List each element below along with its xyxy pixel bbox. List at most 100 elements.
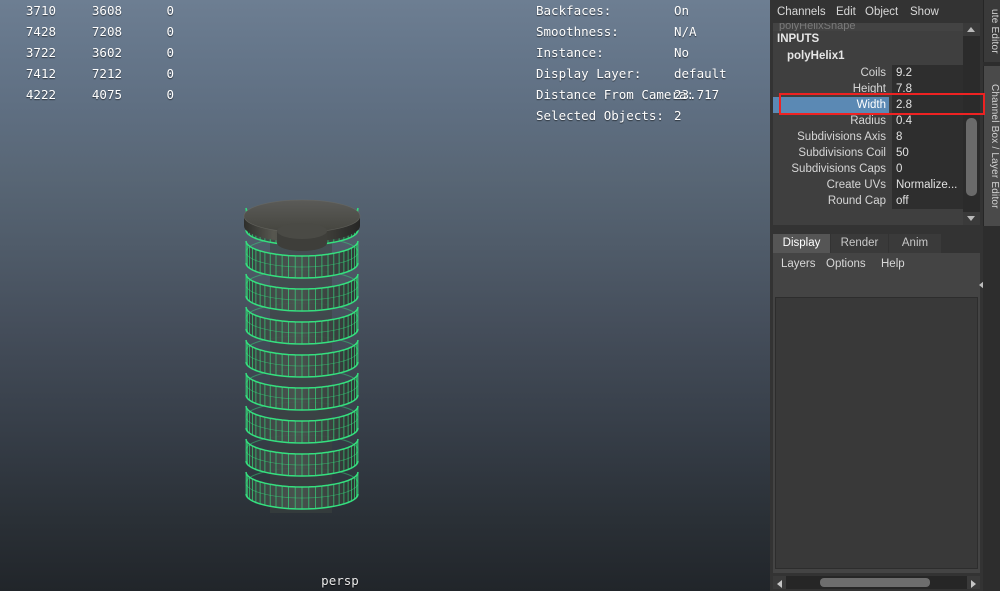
menu-show[interactable]: Show bbox=[907, 5, 942, 19]
heads-up-display: Backfaces: On Smoothness: N/A Instance: … bbox=[536, 0, 770, 126]
stats-cell: 0 bbox=[166, 87, 174, 102]
attr-value-field[interactable]: 7.8 bbox=[892, 81, 963, 97]
attr-value-field[interactable]: 9.2 bbox=[892, 65, 963, 81]
layer-editor: Layers Options Help bbox=[773, 253, 988, 573]
stats-cell: 0 bbox=[166, 45, 174, 60]
camera-name-label: persp bbox=[321, 573, 359, 588]
menu-options[interactable]: Options bbox=[823, 257, 869, 271]
channel-box-clipped-row: polyHelixShape bbox=[773, 23, 963, 31]
stats-row: 4222 4075 0 bbox=[0, 84, 180, 105]
tab-render[interactable]: Render bbox=[831, 234, 888, 253]
hud-label: Selected Objects: bbox=[536, 108, 664, 123]
stats-cell: 4222 bbox=[25, 87, 56, 102]
menu-channels[interactable]: Channels bbox=[774, 5, 829, 19]
attr-row-height[interactable]: Height 7.8 bbox=[773, 81, 963, 97]
channel-box-node-polyhelix1[interactable]: polyHelix1 bbox=[773, 48, 963, 65]
attr-value-field[interactable]: Normalize... bbox=[892, 177, 963, 193]
cap-cylinder bbox=[243, 199, 361, 251]
side-tab-channel-box-layer-editor[interactable]: Channel Box / Layer Editor bbox=[983, 66, 1000, 226]
horizontal-scrollbar[interactable] bbox=[773, 576, 980, 589]
hud-label: Backfaces: bbox=[536, 3, 612, 18]
attr-value-field[interactable]: off bbox=[892, 193, 963, 209]
menu-help[interactable]: Help bbox=[878, 257, 908, 271]
hud-label: Instance: bbox=[536, 45, 604, 60]
right-dock-panel: Channels Edit Object Show polyHelixShape… bbox=[770, 0, 1000, 591]
stats-cell: 7208 bbox=[91, 24, 122, 39]
hud-value: default bbox=[674, 66, 727, 81]
attr-label: Coils bbox=[860, 67, 886, 79]
stats-cell: 0 bbox=[166, 3, 174, 18]
stats-cell: 3722 bbox=[25, 45, 56, 60]
scroll-down-arrow-icon[interactable] bbox=[963, 212, 980, 225]
hud-row-display-layer: Display Layer: default bbox=[536, 63, 770, 84]
menu-layers[interactable]: Layers bbox=[778, 257, 819, 271]
attr-label: Radius bbox=[850, 115, 886, 127]
channel-box-inputs-header: INPUTS bbox=[773, 31, 963, 48]
scroll-left-arrow-icon[interactable] bbox=[773, 576, 786, 589]
attr-row-subdivisions-axis[interactable]: Subdivisions Axis 8 bbox=[773, 129, 963, 145]
stats-cell: 7412 bbox=[25, 66, 56, 81]
attr-row-radius[interactable]: Radius 0.4 bbox=[773, 113, 963, 129]
attr-row-round-cap[interactable]: Round Cap off bbox=[773, 193, 963, 209]
scroll-up-arrow-icon[interactable] bbox=[963, 23, 980, 36]
channel-box-menubar: Channels Edit Object Show bbox=[770, 5, 983, 22]
maya-application-window: 3710 3608 0 7428 7208 0 3722 3602 0 7412 7212 0 … bbox=[0, 0, 1000, 591]
attr-label: Subdivisions Axis bbox=[797, 131, 886, 143]
hud-value: N/A bbox=[674, 24, 697, 39]
stats-cell: 0 bbox=[166, 66, 174, 81]
stats-cell: 3608 bbox=[91, 3, 122, 18]
attr-row-subdivisions-caps[interactable]: Subdivisions Caps 0 bbox=[773, 161, 963, 177]
attr-value-field[interactable]: 2.8 bbox=[892, 97, 963, 113]
scrollbar-thumb[interactable] bbox=[966, 118, 977, 196]
attr-row-create-uvs[interactable]: Create UVs Normalize... bbox=[773, 177, 963, 193]
menu-edit[interactable]: Edit bbox=[833, 5, 859, 19]
stats-cell: 0 bbox=[166, 24, 174, 39]
stats-row: 7428 7208 0 bbox=[0, 21, 180, 42]
layer-list[interactable] bbox=[775, 297, 978, 569]
editor-tab-bar: Display Render Anim bbox=[773, 234, 980, 253]
stats-row: 7412 7212 0 bbox=[0, 63, 180, 84]
attr-label: Subdivisions Coil bbox=[798, 147, 886, 159]
tab-anim[interactable]: Anim bbox=[889, 234, 941, 253]
hud-label: Smoothness: bbox=[536, 24, 619, 39]
stats-cell: 4075 bbox=[91, 87, 122, 102]
stats-row: 3710 3608 0 bbox=[0, 0, 180, 21]
poly-count-stats: 3710 3608 0 7428 7208 0 3722 3602 0 7412 7212 0 … bbox=[0, 0, 180, 105]
hud-label: Display Layer: bbox=[536, 66, 642, 81]
hud-value: On bbox=[674, 3, 690, 18]
tab-display[interactable]: Display bbox=[773, 234, 830, 253]
attr-label: Height bbox=[852, 83, 886, 95]
attr-row-coils[interactable]: Coils 9.2 bbox=[773, 65, 963, 81]
attr-value-field[interactable]: 0.4 bbox=[892, 113, 963, 129]
hud-row-selected-objects: Selected Objects: 2 bbox=[536, 105, 770, 126]
hud-row-instance: Instance: No bbox=[536, 42, 770, 63]
channel-box-scroll-pane: polyHelixShape INPUTS polyHelix1 Coils 9… bbox=[773, 23, 963, 225]
hud-row-backfaces: Backfaces: On bbox=[536, 0, 770, 21]
hud-row-distance-from-camera: Distance From Camera: 23.717 bbox=[536, 84, 770, 105]
hud-value: No bbox=[674, 45, 690, 60]
menu-object[interactable]: Object bbox=[862, 5, 901, 19]
attr-label: Subdivisions Caps bbox=[791, 163, 886, 175]
attr-label: Create UVs bbox=[826, 179, 886, 191]
scroll-right-arrow-icon[interactable] bbox=[967, 576, 980, 589]
attr-value-field[interactable]: 0 bbox=[892, 161, 963, 177]
stats-cell: 3710 bbox=[25, 3, 56, 18]
dock-side-tabs: ute Editor Channel Box / Layer Editor bbox=[983, 0, 1000, 591]
hud-value: 2 bbox=[674, 108, 682, 123]
viewport-persp[interactable]: 3710 3608 0 7428 7208 0 3722 3602 0 7412 7212 0 … bbox=[0, 0, 770, 591]
attr-value-field[interactable]: 8 bbox=[892, 129, 963, 145]
channel-box[interactable]: polyHelixShape INPUTS polyHelix1 Coils 9… bbox=[773, 23, 980, 225]
helix-geometry bbox=[243, 199, 361, 513]
stats-cell: 7428 bbox=[25, 24, 56, 39]
side-tab-attribute-editor[interactable]: ute Editor bbox=[983, 0, 1000, 62]
hud-label: Distance From Camera: bbox=[536, 87, 695, 102]
helix-spring-model[interactable] bbox=[222, 185, 397, 535]
attr-row-width[interactable]: Width 2.8 bbox=[773, 97, 963, 113]
channel-box-vertical-scrollbar[interactable] bbox=[963, 23, 980, 225]
attr-row-subdivisions-coil[interactable]: Subdivisions Coil 50 bbox=[773, 145, 963, 161]
attr-value-field[interactable]: 50 bbox=[892, 145, 963, 161]
attr-label: Width bbox=[773, 97, 889, 113]
stats-cell: 7212 bbox=[91, 66, 122, 81]
horizontal-scrollbar-thumb[interactable] bbox=[820, 578, 930, 587]
stats-cell: 3602 bbox=[91, 45, 122, 60]
